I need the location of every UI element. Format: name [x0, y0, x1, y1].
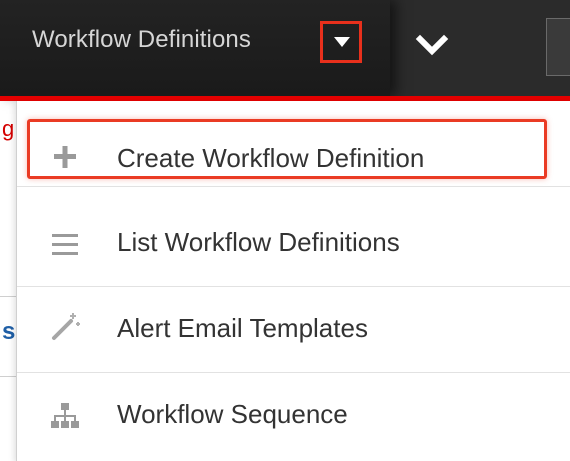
- module-tab-workflow-definitions[interactable]: Workflow Definitions: [0, 0, 390, 96]
- plus-icon: [54, 146, 76, 168]
- module-menu-toggle-button[interactable]: [320, 21, 362, 63]
- chevron-down-icon: [415, 34, 449, 56]
- menu-item-workflow-sequence[interactable]: Workflow Sequence: [17, 373, 570, 459]
- menu-separator: [17, 186, 570, 187]
- menu-item-label: Alert Email Templates: [117, 313, 368, 343]
- menu-item-list-workflow-definitions[interactable]: List Workflow Definitions: [17, 201, 570, 287]
- module-actions-dropdown: Create Workflow Definition List Workflow…: [16, 101, 570, 461]
- search-box[interactable]: [546, 18, 570, 76]
- magic-wand-icon: [52, 313, 80, 340]
- background-text-fragment: g: [2, 116, 15, 141]
- more-modules-button[interactable]: [410, 24, 454, 68]
- menu-item-label: Create Workflow Definition: [117, 143, 425, 173]
- module-tab-label[interactable]: Workflow Definitions: [32, 26, 251, 54]
- menu-item-label: List Workflow Definitions: [117, 227, 400, 257]
- background-link-fragment: s: [2, 318, 16, 345]
- menu-item-alert-email-templates[interactable]: Alert Email Templates: [17, 287, 570, 373]
- list-icon: [52, 234, 78, 255]
- menu-item-create-workflow-definition[interactable]: Create Workflow Definition: [17, 101, 570, 187]
- top-navigation-bar: Workflow Definitions: [0, 0, 570, 96]
- caret-down-icon: [334, 37, 350, 47]
- sitemap-icon: [51, 403, 79, 428]
- menu-item-label: Workflow Sequence: [117, 399, 348, 429]
